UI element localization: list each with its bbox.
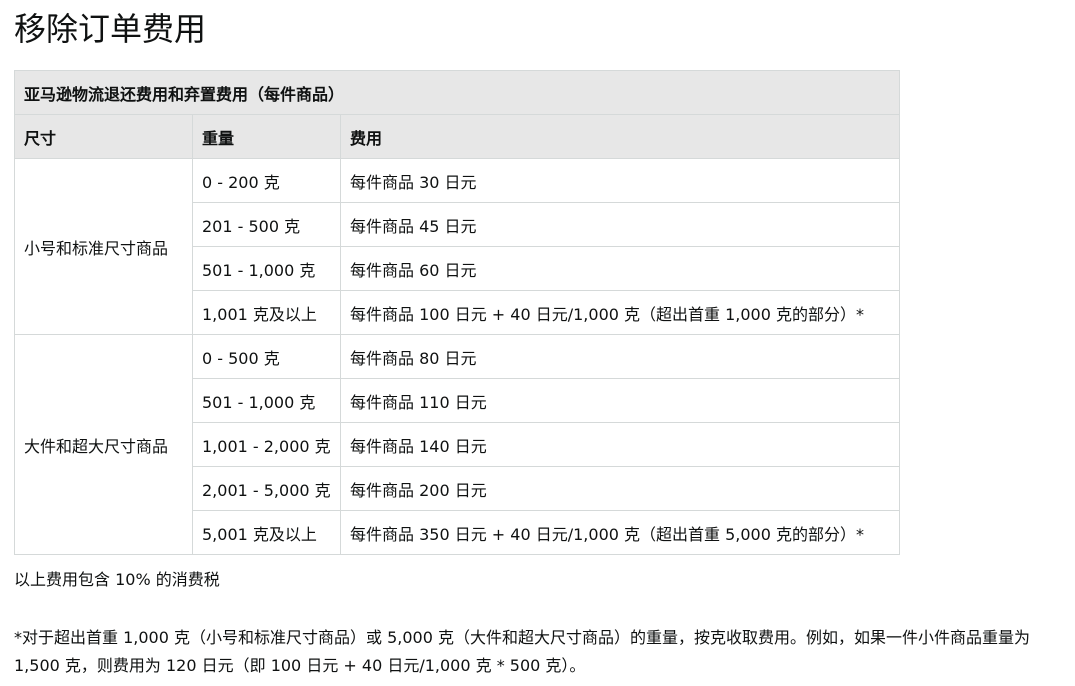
- weight-cell: 201 - 500 克: [192, 202, 341, 247]
- weight-cell: 5,001 克及以上: [192, 510, 341, 555]
- fee-cell: 每件商品 60 日元: [339, 246, 901, 291]
- header-fee: 费用: [339, 114, 901, 159]
- fee-cell: 每件商品 45 日元: [339, 202, 901, 247]
- page-title: 移除订单费用: [14, 10, 207, 48]
- fee-cell: 每件商品 110 日元: [339, 378, 901, 423]
- fee-cell: 每件商品 100 日元 + 40 日元/1,000 克（超出首重 1,000 克…: [339, 290, 901, 335]
- weight-cell: 0 - 200 克: [192, 158, 341, 203]
- fee-cell: 每件商品 200 日元: [339, 466, 901, 511]
- tax-note: 以上费用包含 10% 的消费税: [14, 570, 220, 589]
- weight-cell: 0 - 500 克: [192, 334, 341, 379]
- header-weight: 重量: [192, 114, 341, 159]
- table-row: 大件和超大尺寸商品 0 - 500 克 每件商品 80 日元: [14, 334, 901, 555]
- table-caption-row: 亚马逊物流退还费用和弃置费用（每件商品）: [13, 70, 901, 115]
- weight-cell: 1,001 克及以上: [192, 290, 341, 335]
- fee-cell: 每件商品 350 日元 + 40 日元/1,000 克（超出首重 5,000 克…: [339, 510, 901, 555]
- size-group-oversize: 大件和超大尺寸商品: [14, 334, 193, 555]
- weight-cell: 2,001 - 5,000 克: [192, 466, 341, 511]
- footnote: *对于超出首重 1,000 克（小号和标准尺寸商品）或 5,000 克（大件和超…: [14, 628, 1030, 675]
- header-size: 尺寸: [14, 114, 193, 159]
- fee-cell: 每件商品 30 日元: [339, 158, 901, 203]
- table-row: 小号和标准尺寸商品 0 - 200 克 每件商品 30 日元: [14, 158, 901, 335]
- table-header-row: 尺寸 重量 费用: [14, 114, 901, 159]
- weight-cell: 1,001 - 2,000 克: [192, 422, 341, 467]
- table-caption: 亚马逊物流退还费用和弃置费用（每件商品）: [13, 70, 901, 115]
- size-group-standard: 小号和标准尺寸商品: [14, 158, 193, 335]
- weight-cell: 501 - 1,000 克: [192, 246, 341, 291]
- fee-cell: 每件商品 140 日元: [339, 422, 901, 467]
- weight-cell: 501 - 1,000 克: [192, 378, 341, 423]
- removal-fee-table: 亚马逊物流退还费用和弃置费用（每件商品） 尺寸 重量 费用 小号和标准尺寸商品 …: [13, 70, 901, 555]
- fee-cell: 每件商品 80 日元: [339, 334, 901, 379]
